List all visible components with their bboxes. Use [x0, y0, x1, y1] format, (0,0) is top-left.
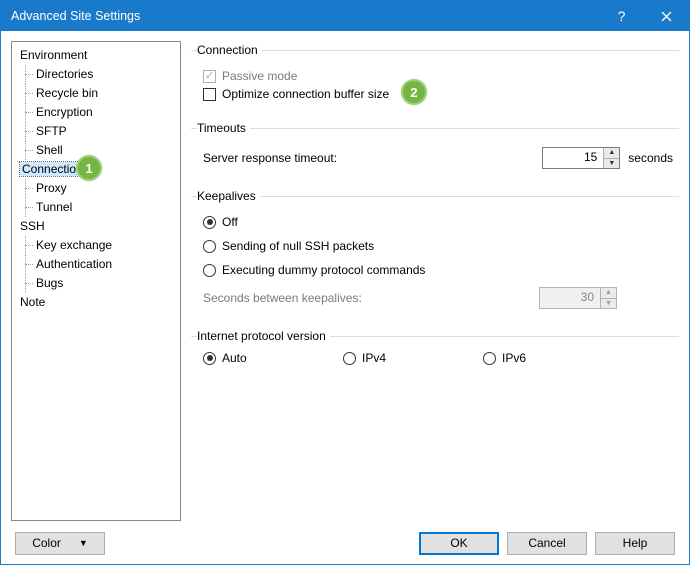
window-title: Advanced Site Settings [11, 9, 599, 23]
annotation-badge-1: 1 [76, 155, 102, 181]
ipv6-label: IPv6 [502, 351, 526, 365]
tree-encryption[interactable]: Encryption [14, 103, 178, 122]
keepalive-off[interactable]: Off [203, 215, 673, 229]
radio-off[interactable] [203, 216, 216, 229]
group-ip-version-legend: Internet protocol version [197, 329, 330, 343]
tree-sftp[interactable]: SFTP [14, 122, 178, 141]
keepalive-seconds-row: Seconds between keepalives: 30 ▲ ▼ [203, 287, 673, 309]
keepalive-null-label: Sending of null SSH packets [222, 239, 374, 253]
group-timeouts: Timeouts Server response timeout: 15 ▲ ▼… [191, 121, 679, 175]
group-keepalives-legend: Keepalives [197, 189, 260, 203]
button-strip: Color ▼ OK Cancel Help [1, 521, 689, 565]
tree-environment[interactable]: Environment [14, 46, 178, 65]
group-keepalives: Keepalives Off Sending of null SSH packe… [191, 189, 679, 315]
keepalive-dummy-cmds[interactable]: Executing dummy protocol commands [203, 263, 673, 277]
annotation-badge-2: 2 [401, 79, 427, 105]
group-ip-version: Internet protocol version Auto IPv4 IPv6 [191, 329, 679, 367]
tree-authentication[interactable]: Authentication [14, 255, 178, 274]
server-response-label: Server response timeout: [203, 151, 337, 165]
optimize-buffer-row[interactable]: Optimize connection buffer size 2 [203, 87, 673, 101]
ipv4[interactable]: IPv4 [343, 351, 483, 365]
keepalive-dummy-label: Executing dummy protocol commands [222, 263, 425, 277]
radio-dummy-cmds[interactable] [203, 264, 216, 277]
tree-bugs[interactable]: Bugs [14, 274, 178, 293]
passive-mode-row: ✓ Passive mode [203, 69, 673, 83]
ipv-auto-label: Auto [222, 351, 247, 365]
passive-mode-label: Passive mode [222, 69, 297, 83]
help-button[interactable]: Help [595, 532, 675, 555]
tree-connection[interactable]: Connection 1 [14, 160, 178, 179]
spinner-up-icon: ▲ [601, 288, 616, 298]
keepalive-null-packets[interactable]: Sending of null SSH packets [203, 239, 673, 253]
optimize-buffer-label: Optimize connection buffer size [222, 87, 389, 101]
spinner-down-icon: ▼ [601, 298, 616, 309]
tree-proxy[interactable]: Proxy [14, 179, 178, 198]
keepalive-seconds-label: Seconds between keepalives: [203, 291, 362, 305]
tree-directories[interactable]: Directories [14, 65, 178, 84]
color-button[interactable]: Color ▼ [15, 532, 105, 555]
keepalive-seconds-spinner: 30 ▲ ▼ [539, 287, 617, 309]
close-icon[interactable] [644, 1, 689, 31]
color-button-label: Color [32, 536, 61, 550]
radio-null-packets[interactable] [203, 240, 216, 253]
group-timeouts-legend: Timeouts [197, 121, 250, 135]
keepalive-seconds-value: 30 [540, 288, 600, 308]
tree-key-exchange[interactable]: Key exchange [14, 236, 178, 255]
optimize-buffer-checkbox[interactable] [203, 88, 216, 101]
ok-button[interactable]: OK [419, 532, 499, 555]
radio-ipv4[interactable] [343, 352, 356, 365]
ipv-auto[interactable]: Auto [203, 351, 343, 365]
content-area: Environment Directories Recycle bin Encr… [1, 31, 689, 521]
check-icon: ✓ [205, 71, 214, 82]
radio-ipv6[interactable] [483, 352, 496, 365]
caret-down-icon: ▼ [79, 538, 88, 548]
keepalive-off-label: Off [222, 215, 238, 229]
server-response-value[interactable]: 15 [543, 148, 603, 168]
settings-panel: Connection ✓ Passive mode Optimize conne… [191, 41, 679, 521]
ipv6[interactable]: IPv6 [483, 351, 623, 365]
settings-tree[interactable]: Environment Directories Recycle bin Encr… [11, 41, 181, 521]
titlebar: Advanced Site Settings ? [1, 1, 689, 31]
passive-mode-checkbox: ✓ [203, 70, 216, 83]
group-connection-legend: Connection [197, 43, 262, 57]
help-icon[interactable]: ? [599, 1, 644, 31]
timeout-unit: seconds [628, 151, 673, 165]
group-connection: Connection ✓ Passive mode Optimize conne… [191, 43, 679, 107]
ipv4-label: IPv4 [362, 351, 386, 365]
tree-tunnel[interactable]: Tunnel [14, 198, 178, 217]
spinner-up-icon[interactable]: ▲ [604, 148, 619, 158]
server-response-spinner[interactable]: 15 ▲ ▼ [542, 147, 620, 169]
tree-note[interactable]: Note [14, 293, 178, 312]
cancel-button[interactable]: Cancel [507, 532, 587, 555]
radio-ipv-auto[interactable] [203, 352, 216, 365]
tree-ssh[interactable]: SSH [14, 217, 178, 236]
spinner-down-icon[interactable]: ▼ [604, 158, 619, 169]
server-response-row: Server response timeout: 15 ▲ ▼ seconds [203, 147, 673, 169]
ipv-row: Auto IPv4 IPv6 [203, 351, 673, 365]
tree-recycle-bin[interactable]: Recycle bin [14, 84, 178, 103]
